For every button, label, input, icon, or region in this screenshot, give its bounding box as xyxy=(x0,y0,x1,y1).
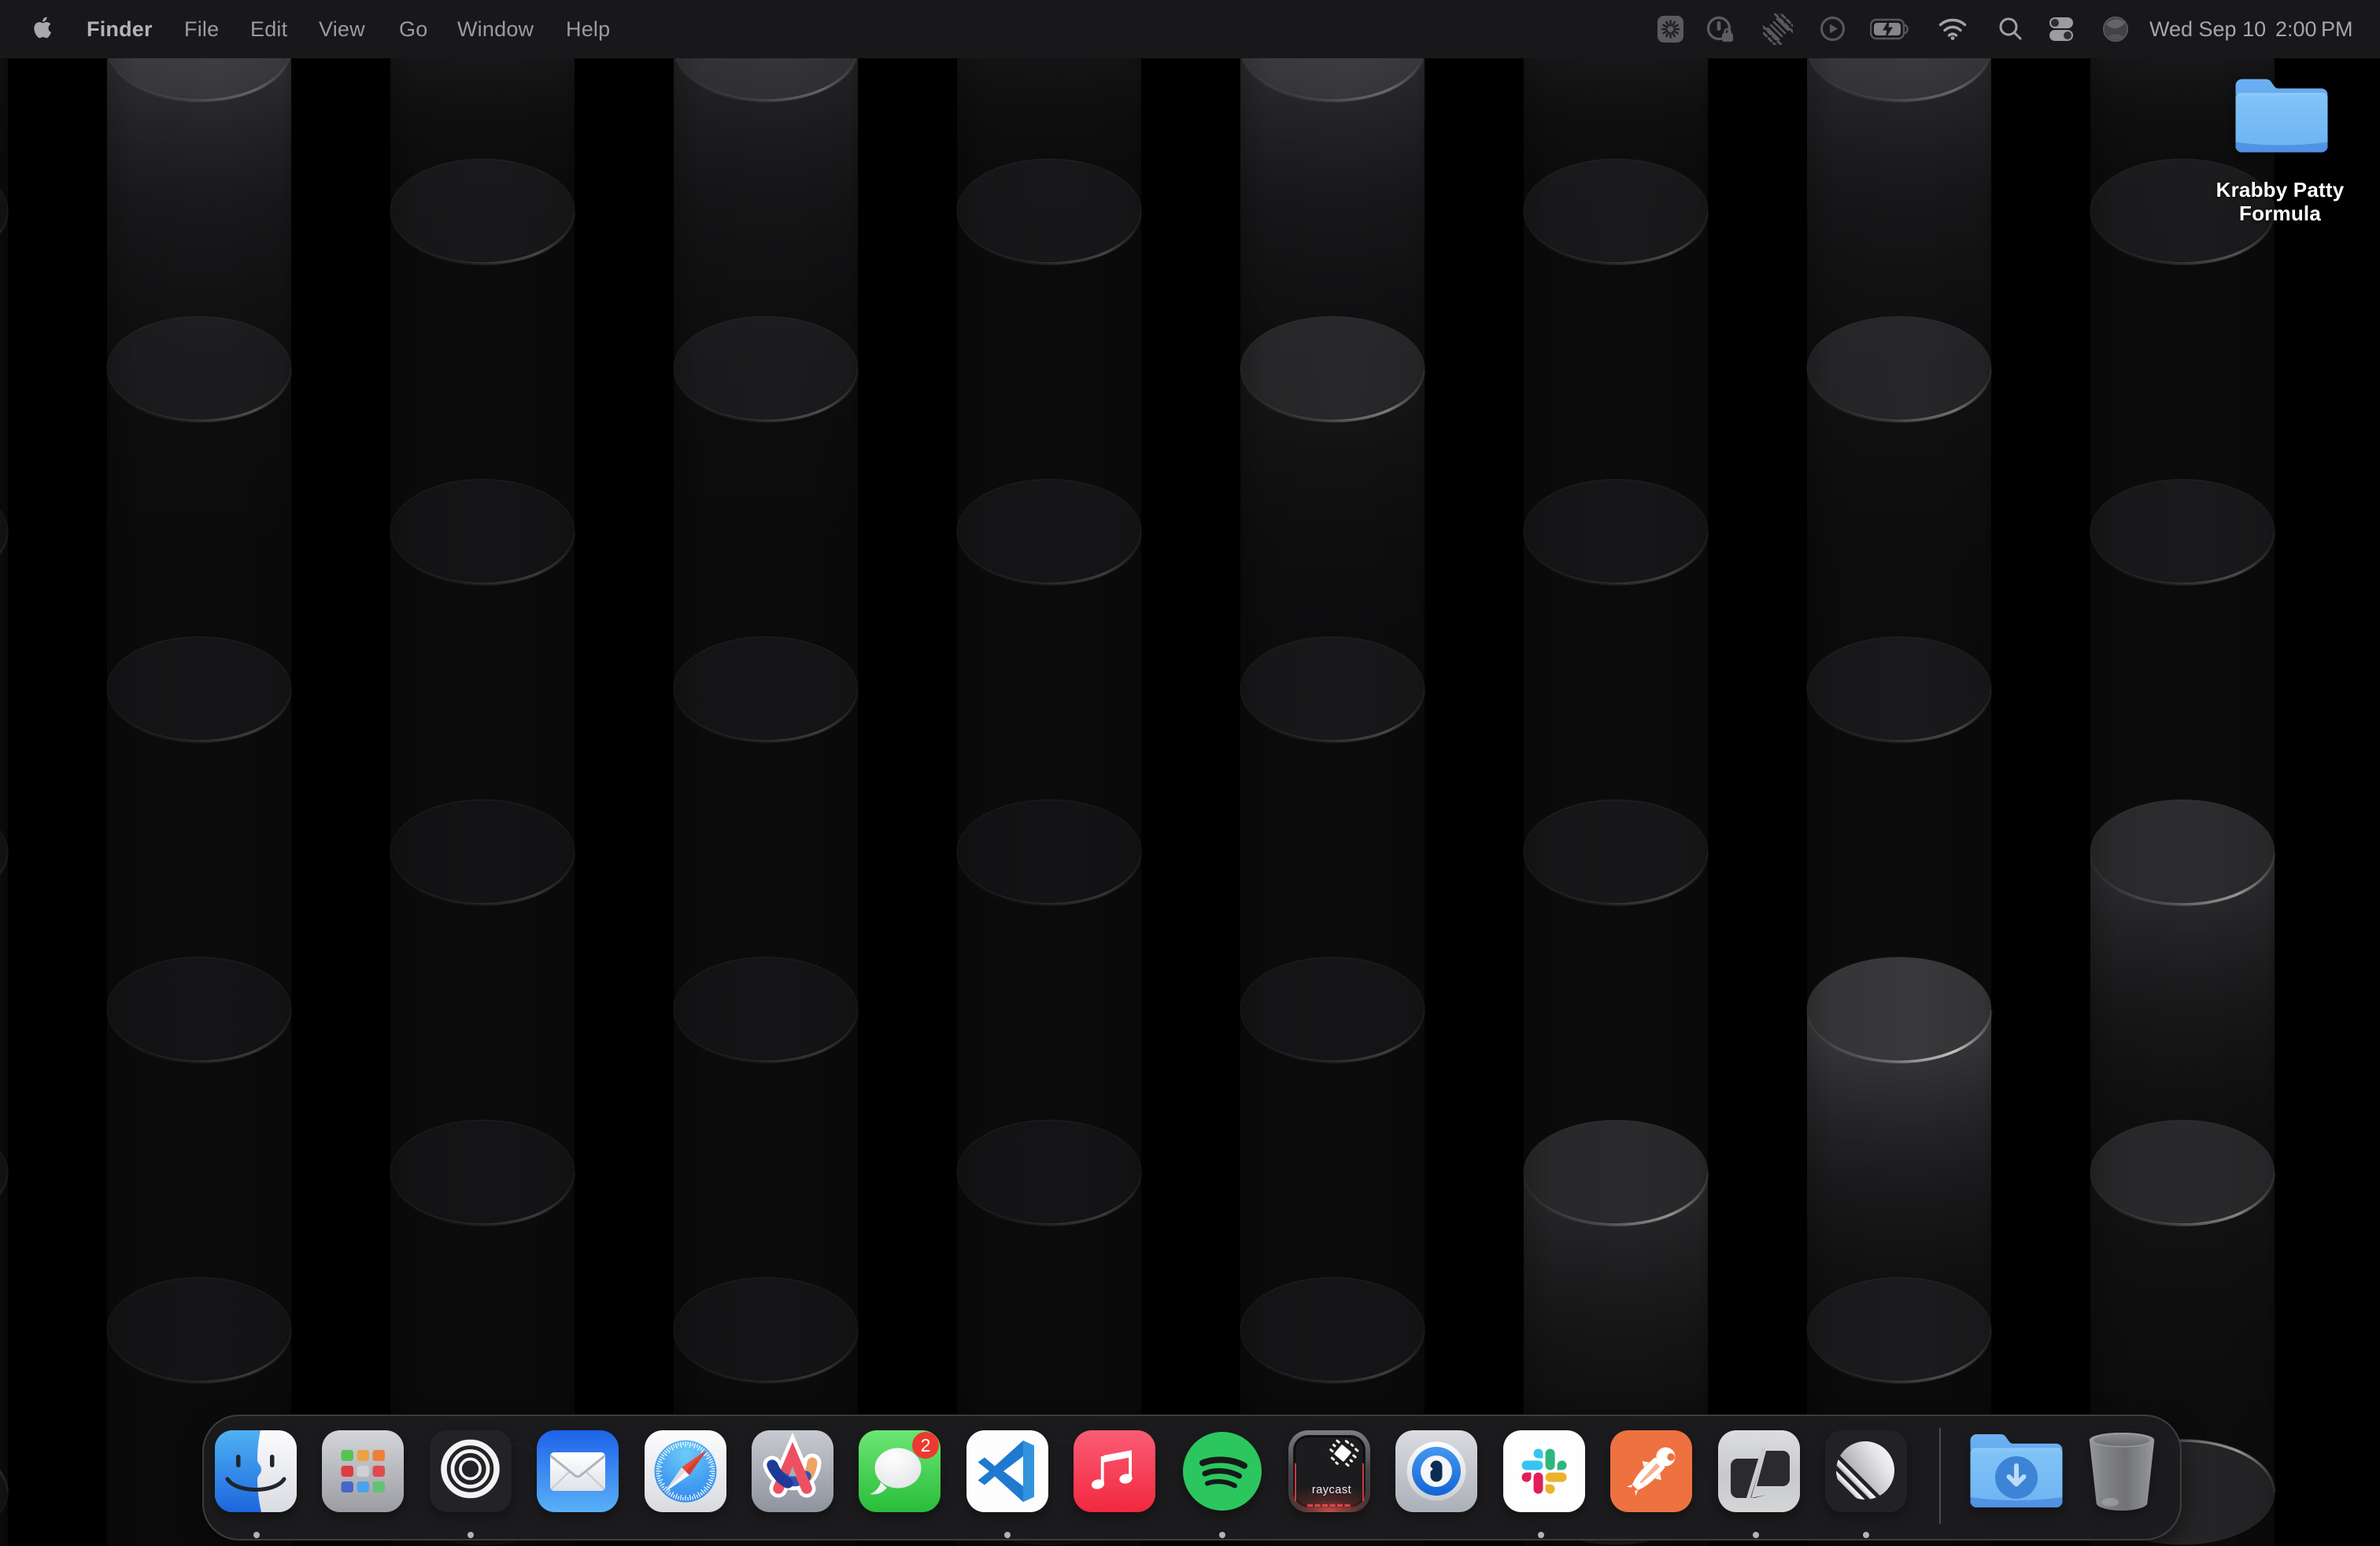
svg-text:2: 2 xyxy=(921,1435,931,1455)
svg-text:raycast: raycast xyxy=(1312,1484,1351,1496)
